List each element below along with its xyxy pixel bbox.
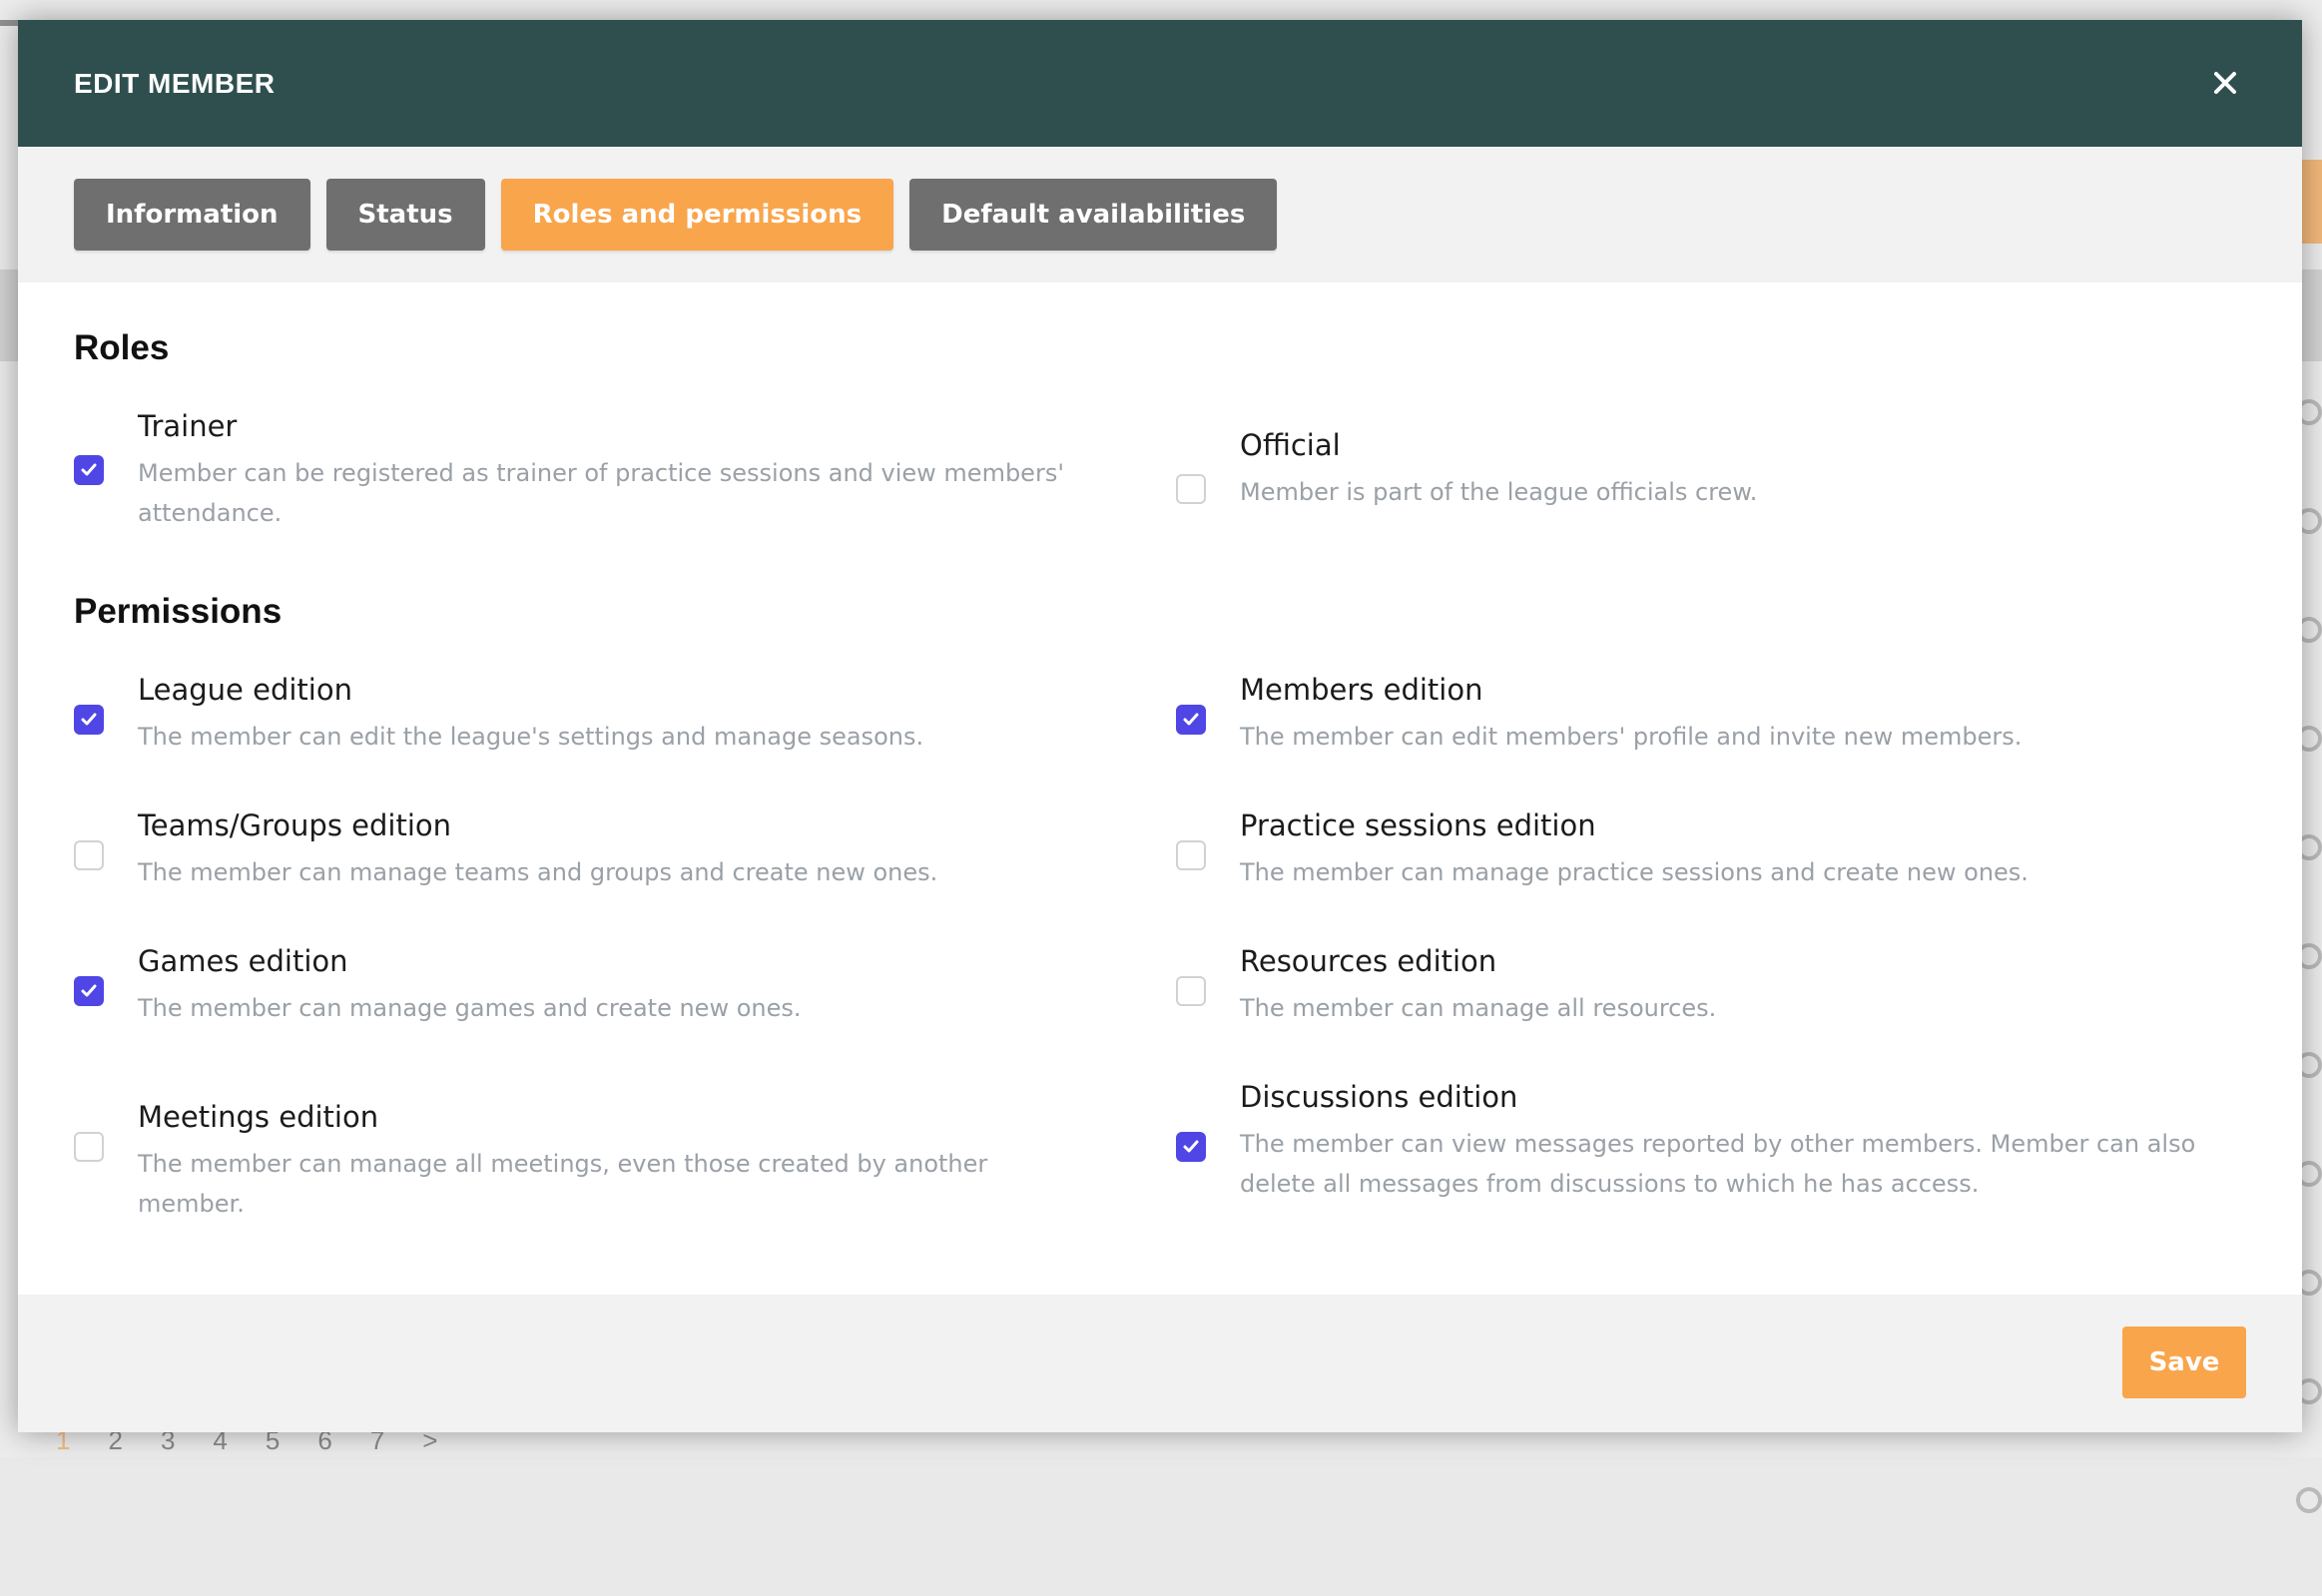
discussions-edition-description: The member can view messages reported by…	[1240, 1130, 2196, 1198]
close-icon	[2214, 72, 2236, 94]
official-checkbox[interactable]	[1176, 474, 1206, 504]
practice-sessions-edition-checkbox[interactable]	[1176, 840, 1206, 870]
official-description: Member is part of the league officials c…	[1240, 478, 1758, 506]
roles-title: Roles	[74, 328, 170, 367]
trainer-checkbox[interactable]	[74, 455, 104, 485]
modal-title: EDIT MEMBER	[74, 68, 276, 99]
check-icon	[81, 463, 97, 476]
meetings-edition-checkbox[interactable]	[74, 1132, 104, 1162]
discussions-edition-checkbox[interactable]	[1176, 1132, 1206, 1162]
modal-footer: Save	[18, 1295, 2302, 1432]
teams-groups-edition-label: Teams/Groups edition	[138, 808, 452, 842]
league-edition-label: League edition	[138, 673, 352, 707]
games-edition-description: The member can manage games and create n…	[138, 994, 802, 1022]
resources-edition-description: The member can manage all resources.	[1240, 994, 1717, 1022]
permissions-title: Permissions	[74, 592, 283, 631]
league-edition-checkbox[interactable]	[74, 705, 104, 735]
resources-edition-label: Resources edition	[1240, 944, 1497, 978]
tab-default-availabilities[interactable]: Default availabilities	[909, 179, 1278, 251]
games-edition-checkbox[interactable]	[74, 976, 104, 1006]
teams-groups-edition-checkbox[interactable]	[74, 840, 104, 870]
games-edition-label: Games edition	[138, 944, 348, 978]
members-edition-description: The member can edit members' profile and…	[1240, 723, 2023, 751]
chevron-right-icon	[2296, 1487, 2322, 1513]
trainer-description: Member can be registered as trainer of p…	[138, 459, 1064, 527]
trainer-label: Trainer	[138, 409, 238, 443]
discussions-edition-label: Discussions edition	[1240, 1080, 1518, 1114]
league-edition-description: The member can edit the league's setting…	[138, 723, 924, 751]
members-edition-label: Members edition	[1240, 673, 1483, 707]
resources-edition-checkbox[interactable]	[1176, 976, 1206, 1006]
tab-status[interactable]: Status	[325, 179, 485, 251]
modal-header: EDIT MEMBER	[18, 20, 2302, 147]
check-icon	[81, 713, 97, 726]
teams-groups-edition-description: The member can manage teams and groups a…	[138, 858, 938, 886]
tabs-bar: Information Status Roles and permissions…	[18, 147, 2302, 282]
save-button[interactable]: Save	[2122, 1327, 2246, 1398]
members-edition-checkbox[interactable]	[1176, 705, 1206, 735]
tab-information[interactable]: Information	[74, 179, 310, 251]
check-icon	[81, 984, 97, 997]
tab-roles-and-permissions[interactable]: Roles and permissions	[500, 179, 894, 251]
practice-sessions-edition-label: Practice sessions edition	[1240, 808, 1596, 842]
meetings-edition-label: Meetings edition	[138, 1100, 379, 1134]
practice-sessions-edition-description: The member can manage practice sessions …	[1240, 858, 2029, 886]
edit-member-modal: EDIT MEMBER Information Status Roles and…	[18, 20, 2302, 1432]
meetings-edition-description: The member can manage all meetings, even…	[138, 1150, 988, 1218]
official-label: Official	[1240, 428, 1341, 462]
close-button[interactable]	[2204, 62, 2246, 104]
check-icon	[1183, 1140, 1199, 1153]
check-icon	[1183, 713, 1199, 726]
